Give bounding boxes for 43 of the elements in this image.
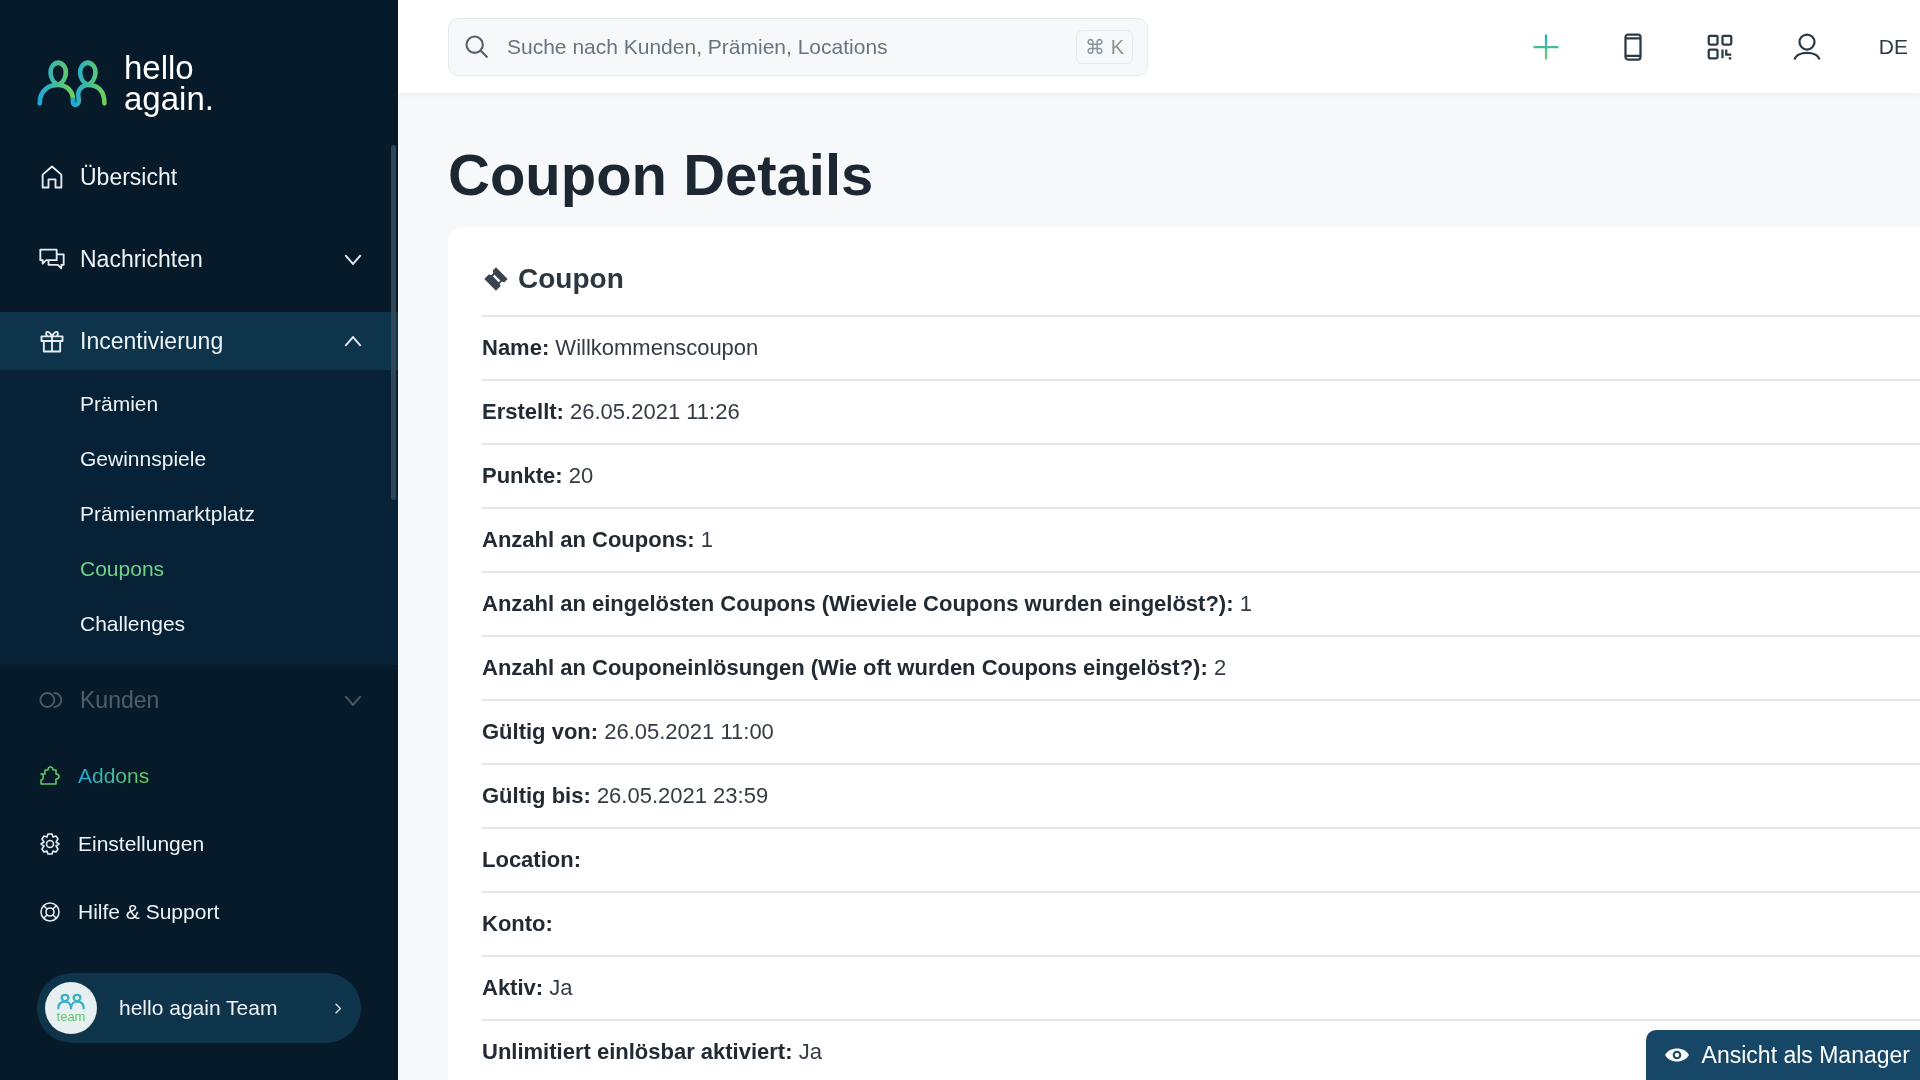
detail-row: Aktiv: Ja [482, 956, 1920, 1021]
avatar-text: team [56, 1010, 86, 1023]
detail-row: Gültig bis: 26.05.2021 23:59 [482, 764, 1920, 829]
view-as-manager-button[interactable]: Ansicht als Manager [1645, 1030, 1920, 1080]
chevron-icon [344, 335, 362, 347]
account-button[interactable]: team hello again Team [37, 973, 361, 1043]
nav-subitem[interactable]: Prämienmarktplatz [0, 486, 398, 541]
shortcut-hint: ⌘ K [1076, 29, 1133, 64]
logo-icon [56, 993, 86, 1010]
user-icon[interactable] [1791, 30, 1822, 63]
nav-item[interactable]: Übersicht [0, 148, 398, 206]
nav-subitem[interactable]: Gewinnspiele [0, 431, 398, 486]
search-icon [463, 32, 491, 61]
nav-item[interactable]: Addons [0, 759, 398, 793]
logo-text: hello [124, 51, 195, 83]
nav-item[interactable]: Hilfe & Support [0, 895, 398, 929]
detail-row: Name: Willkommenscoupon [482, 316, 1920, 381]
scrollbar[interactable] [391, 145, 396, 500]
card-title: Coupon [518, 262, 624, 295]
page-title: Coupon Details [448, 143, 875, 207]
settings-icon [38, 832, 62, 856]
search-field[interactable]: Suche nach Kunden, Prämien, Locations [505, 33, 1077, 60]
detail-row: Konto: [482, 892, 1920, 957]
puzzle-icon [38, 764, 62, 788]
chevron-icon [344, 694, 362, 706]
lifebuoy-icon [38, 900, 62, 924]
nav-item[interactable]: Incentivierung [0, 312, 398, 370]
detail-row: Anzahl an eingelösten Coupons (Wieviele Coupons wurden eingelöst?): 1 [482, 572, 1920, 637]
logo-icon [36, 57, 110, 109]
nav-subitem[interactable]: Coupons [0, 541, 398, 596]
detail-row: Anzahl an Coupons: 1 [482, 508, 1920, 573]
nav-subitem[interactable]: Prämien [0, 376, 398, 431]
nav-subitem[interactable]: Challenges [0, 596, 398, 651]
chevron-icon [344, 253, 362, 265]
detail-row: Gültig von: 26.05.2021 11:00 [482, 700, 1920, 765]
detail-row: Punkte: 20 [482, 444, 1920, 509]
detail-row: Anzahl an Couponeinlösungen (Wie oft wurden Coupons eingelöst?): 2 [482, 636, 1920, 701]
detail-row: Erstellt: 26.05.2021 11:26 [482, 380, 1920, 445]
nav-item[interactable]: Nachrichten [0, 230, 398, 288]
logo-text: again. [124, 83, 214, 115]
language-label[interactable]: DE [1878, 34, 1908, 59]
detail-row: Location: [482, 828, 1920, 893]
nav-item[interactable]: Einstellungen [0, 827, 398, 861]
